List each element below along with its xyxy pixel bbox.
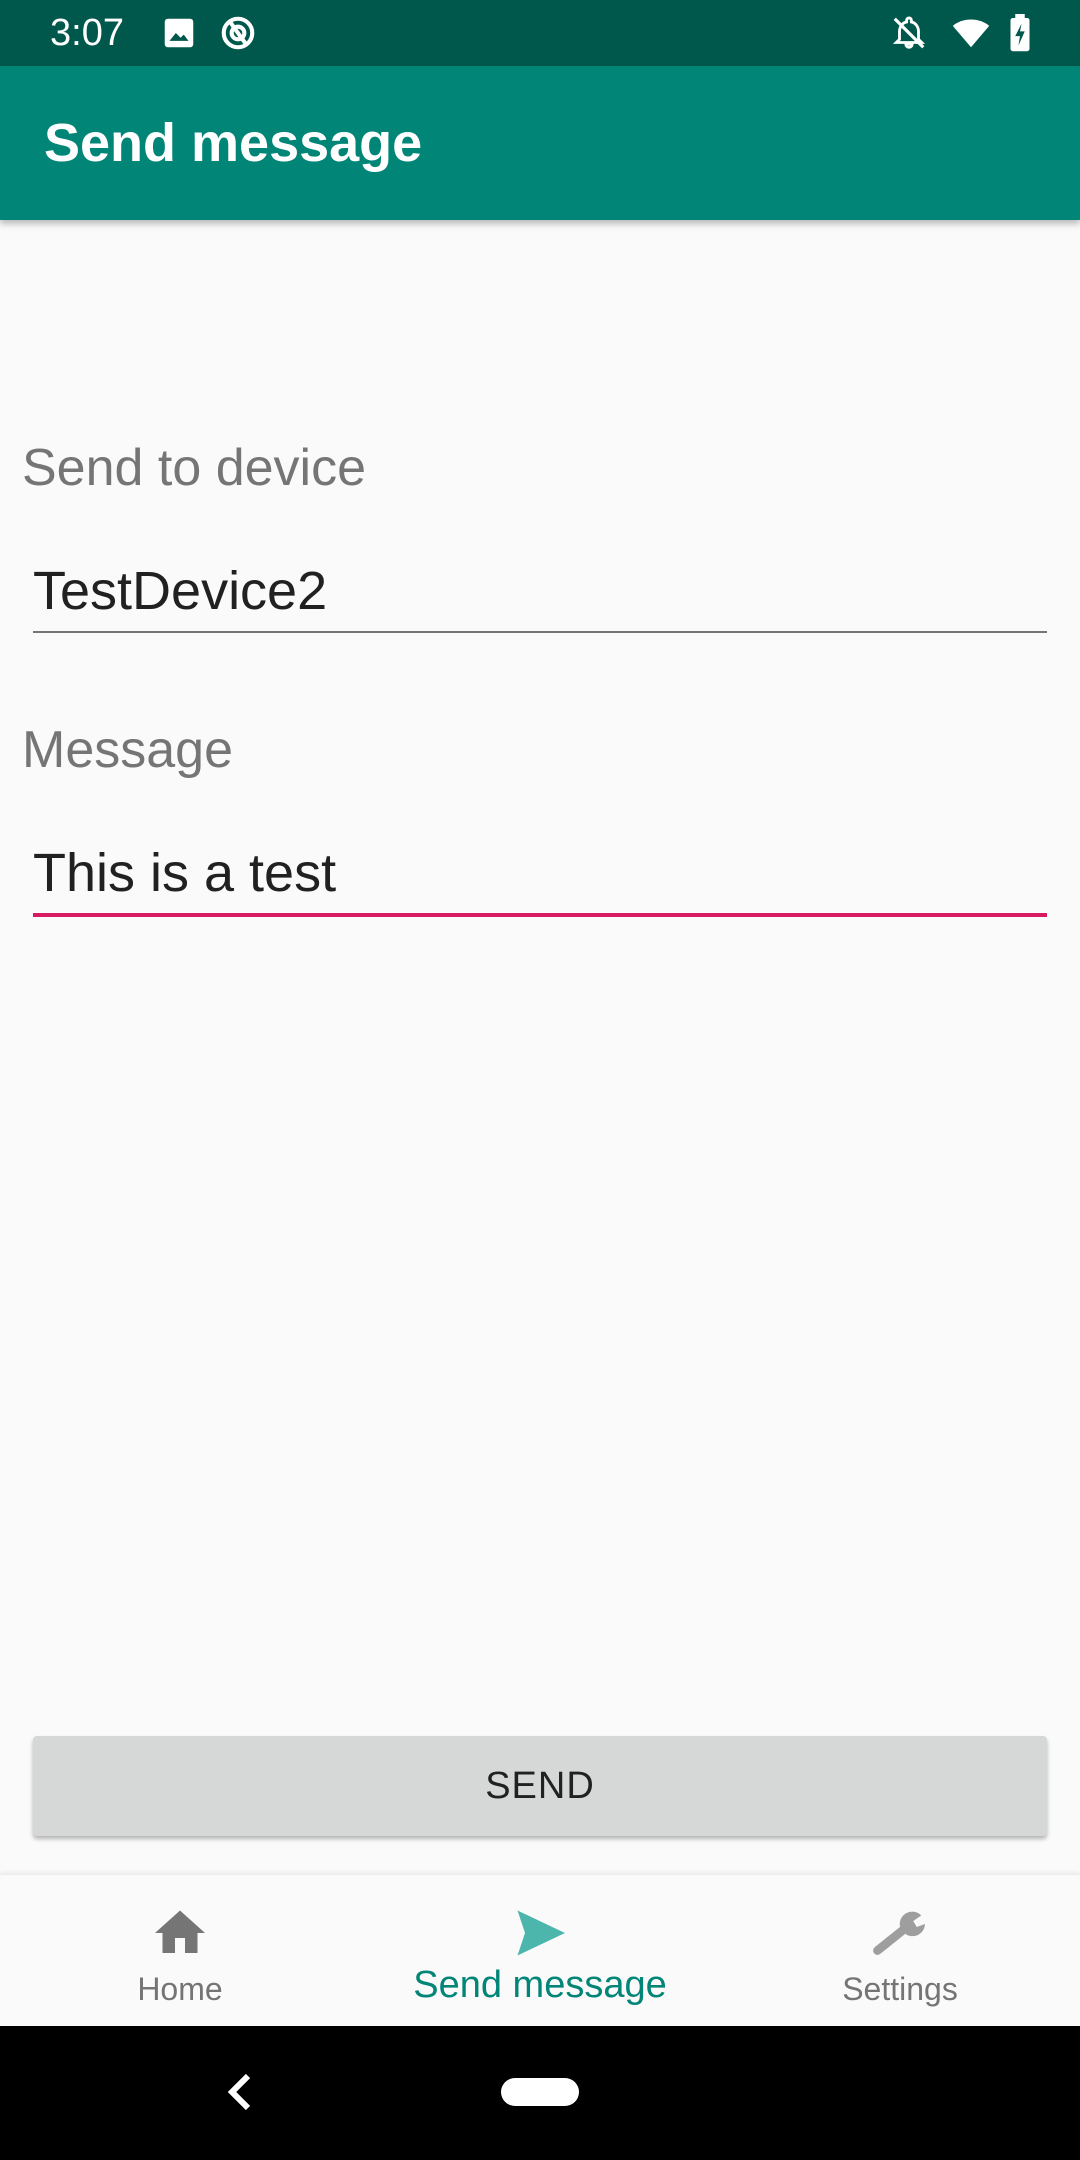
bottom-navigation: Home Send message Settings	[0, 1874, 1080, 2027]
status-bar: 3:07	[0, 0, 1080, 66]
notifications-off-icon	[892, 16, 926, 49]
status-time: 3:07	[50, 12, 124, 54]
send-button-label: SEND	[485, 1764, 595, 1807]
message-input[interactable]: This is a test	[33, 840, 1047, 910]
device-input[interactable]: TestDevice2	[33, 558, 1047, 628]
nav-item-settings[interactable]: Settings	[720, 1875, 1080, 2027]
nav-label-home: Home	[137, 1971, 223, 2007]
message-label: Message	[22, 721, 233, 779]
image-icon	[164, 18, 194, 48]
device-label: Send to device	[22, 439, 367, 497]
system-navigation-bar	[0, 2026, 1080, 2160]
back-icon[interactable]	[222, 2072, 256, 2112]
nav-item-home[interactable]: Home	[0, 1875, 360, 2027]
nav-label-send-message: Send message	[413, 1964, 667, 2006]
sync-icon	[221, 16, 255, 50]
wrench-icon	[873, 1911, 925, 1955]
home-pill-button[interactable]	[501, 2078, 579, 2106]
page-title: Send message	[44, 113, 423, 173]
home-icon	[155, 1910, 205, 1953]
app-bar: Send message	[0, 66, 1080, 220]
nav-label-settings: Settings	[842, 1971, 958, 2007]
message-input-underline	[33, 913, 1047, 917]
device-input-underline	[33, 631, 1047, 633]
screen: 3:07 Send message Send to device TestDev…	[0, 0, 1080, 2160]
nav-item-send-message[interactable]: Send message	[360, 1875, 720, 2027]
send-icon	[517, 1910, 565, 1956]
battery-charging-icon	[1010, 14, 1030, 52]
send-button[interactable]: SEND	[33, 1736, 1047, 1836]
wifi-icon	[952, 19, 990, 48]
